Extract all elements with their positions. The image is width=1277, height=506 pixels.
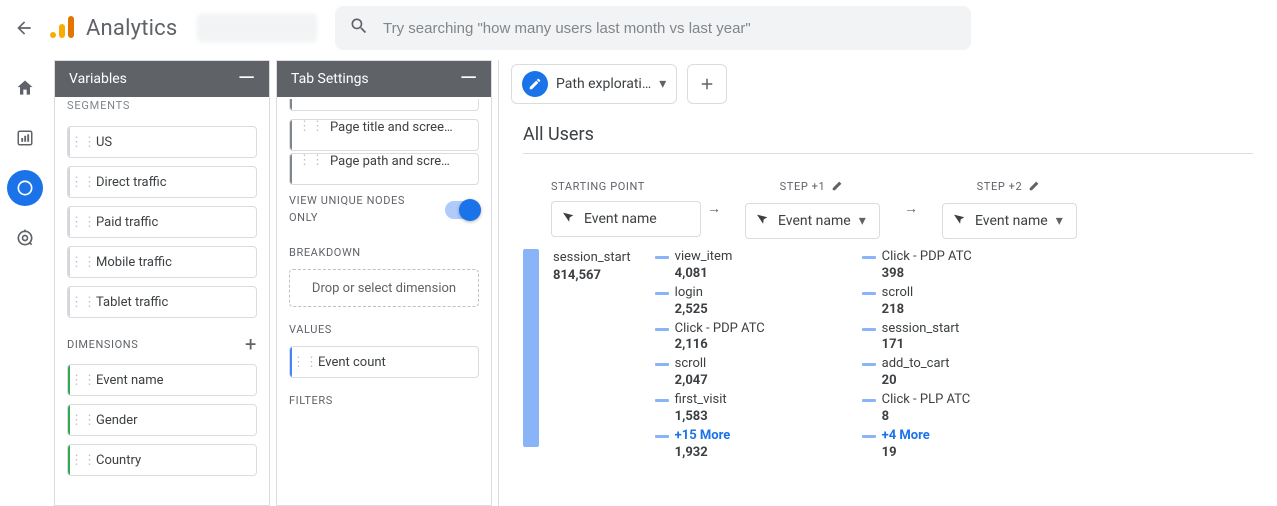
node-type-chip[interactable]: ⋮⋮Page path and scre… <box>289 153 479 185</box>
value-chip-label: Event count <box>318 355 386 370</box>
start-node-select[interactable]: Event name <box>551 201 701 237</box>
dimension-chip[interactable]: ⋮⋮Country <box>67 444 257 476</box>
cursor-icon <box>562 210 576 228</box>
tab-title: Path explorati… <box>556 76 651 92</box>
edit-step2-button[interactable] <box>1028 178 1042 195</box>
canvas-title: All Users <box>523 124 1253 154</box>
values-label: VALUES <box>289 323 332 336</box>
start-node-value: 814,567 <box>553 267 631 285</box>
path-node[interactable]: scroll2,047 <box>655 356 810 390</box>
dimension-chip-label: Country <box>96 453 141 468</box>
edit-icon <box>522 71 548 97</box>
chevron-down-icon: ▾ <box>1056 213 1063 229</box>
node-chip-cut[interactable] <box>289 99 479 111</box>
step1-label: STEP +1 <box>780 180 826 193</box>
starting-point-label: STARTING POINT <box>551 180 645 193</box>
step2-select-label: Event name <box>975 213 1048 229</box>
unique-nodes-label: VIEW UNIQUE NODES ONLY <box>289 193 419 226</box>
path-node-more[interactable]: +15 More1,932 <box>655 428 810 462</box>
search-icon <box>349 16 369 40</box>
path-node[interactable]: first_visit1,583 <box>655 392 810 426</box>
analytics-logo: Analytics <box>50 15 177 41</box>
segment-chip[interactable]: ⋮⋮Mobile traffic <box>67 246 257 278</box>
segment-chip-label: Direct traffic <box>96 175 167 190</box>
breakdown-placeholder: Drop or select dimension <box>312 281 456 296</box>
cursor-icon <box>756 212 770 230</box>
path-node[interactable]: session_start171 <box>862 321 1017 355</box>
nav-home-icon[interactable] <box>7 70 43 106</box>
variables-panel-title: Variables <box>69 71 127 87</box>
add-tab-button[interactable] <box>687 64 727 104</box>
segment-chip-label: Paid traffic <box>96 215 158 230</box>
exploration-tab[interactable]: Path explorati… ▾ <box>511 64 677 104</box>
nav-advertising-icon[interactable] <box>7 220 43 256</box>
dimension-chip[interactable]: ⋮⋮Gender <box>67 404 257 436</box>
nav-reports-icon[interactable] <box>7 120 43 156</box>
dimension-chip-label: Gender <box>96 413 138 428</box>
step1-select-label: Event name <box>778 213 851 229</box>
node-chip-label: Page title and scree… <box>330 120 453 135</box>
path-node[interactable]: Click - PDP ATC2,116 <box>655 321 810 355</box>
add-dimension-button[interactable]: + <box>245 334 257 354</box>
arrow-right-icon: → <box>707 200 721 217</box>
path-node[interactable]: Click - PDP ATC398 <box>862 249 1017 283</box>
dimension-chip-label: Event name <box>96 373 164 388</box>
path-node[interactable]: login2,525 <box>655 285 810 319</box>
segment-chip[interactable]: ⋮⋮Paid traffic <box>67 206 257 238</box>
analytics-logo-icon <box>50 15 76 41</box>
start-node-name: session_start <box>553 249 631 267</box>
segment-chip[interactable]: ⋮⋮Tablet traffic <box>67 286 257 318</box>
unique-nodes-toggle[interactable] <box>445 201 479 219</box>
path-node[interactable]: Click - PLP ATC8 <box>862 392 1017 426</box>
chevron-down-icon[interactable]: ▾ <box>659 76 666 92</box>
breakdown-dropzone[interactable]: Drop or select dimension <box>289 269 479 307</box>
step2-node-select[interactable]: Event name ▾ <box>942 203 1077 239</box>
nav-explore-icon[interactable] <box>7 170 43 206</box>
start-node[interactable]: session_start 814,567 <box>553 249 631 464</box>
step1-node-select[interactable]: Event name ▾ <box>745 203 880 239</box>
search-box[interactable] <box>335 6 971 50</box>
node-chip-label: Page path and scre… <box>330 154 450 169</box>
node-type-chip[interactable]: ⋮⋮Page title and scree… <box>289 119 479 151</box>
account-selector[interactable] <box>197 14 317 42</box>
step2-label: STEP +2 <box>977 180 1023 193</box>
back-button[interactable] <box>8 12 40 44</box>
value-chip[interactable]: ⋮⋮Event count <box>289 346 479 378</box>
filters-label: FILTERS <box>289 394 333 407</box>
path-node[interactable]: scroll218 <box>862 285 1017 319</box>
dimension-chip[interactable]: ⋮⋮Event name <box>67 364 257 396</box>
edit-step1-button[interactable] <box>831 178 845 195</box>
segment-chip-label: Mobile traffic <box>96 255 172 270</box>
cursor-icon <box>953 212 967 230</box>
search-input[interactable] <box>383 20 957 37</box>
path-node[interactable]: view_item4,081 <box>655 249 810 283</box>
segments-label: SEGMENTS <box>67 97 257 116</box>
tab-settings-panel-title: Tab Settings <box>291 71 369 87</box>
start-select-label: Event name <box>584 211 657 227</box>
segment-chip[interactable]: ⋮⋮Direct traffic <box>67 166 257 198</box>
segment-chip[interactable]: ⋮⋮US <box>67 126 257 158</box>
arrow-right-icon: → <box>904 200 918 217</box>
path-node[interactable]: add_to_cart20 <box>862 356 1017 390</box>
dimensions-label: DIMENSIONS <box>67 338 138 351</box>
start-flow-bar[interactable] <box>523 249 539 447</box>
segment-chip-label: US <box>96 135 112 150</box>
path-node-more[interactable]: +4 More19 <box>862 428 1017 462</box>
breakdown-label: BREAKDOWN <box>289 246 361 259</box>
chevron-down-icon: ▾ <box>859 213 866 229</box>
product-name: Analytics <box>86 16 177 41</box>
segment-chip-label: Tablet traffic <box>96 295 168 310</box>
